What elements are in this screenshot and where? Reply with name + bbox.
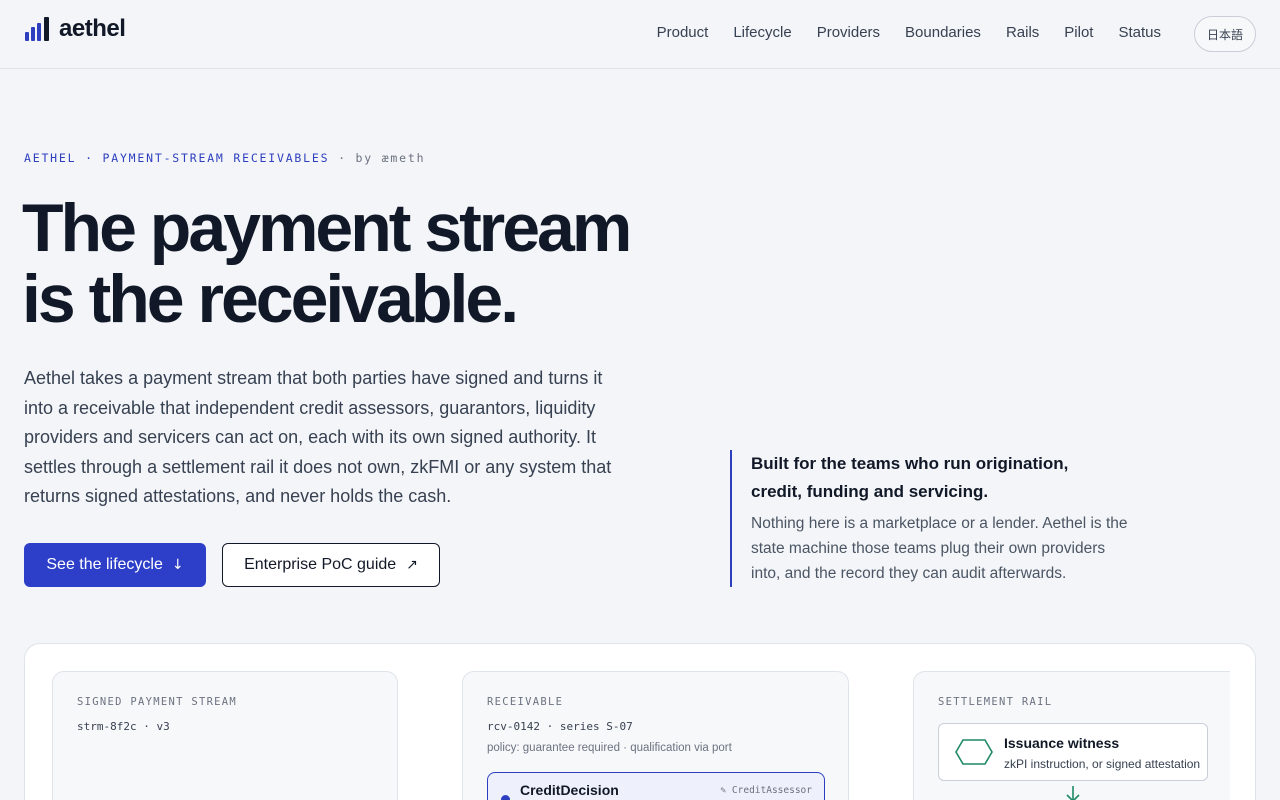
witness-subtitle: zkPI instruction, or signed attestation [1004,757,1201,771]
language-button[interactable]: 日本語 [1194,16,1256,52]
hero-description: Aethel takes a payment stream that both … [24,368,612,506]
audience-callout: Built for the teams who run origination,… [730,450,1130,587]
nav-providers[interactable]: Providers [817,24,880,41]
arrow-down-icon [1066,786,1080,800]
see-lifecycle-label: See the lifecycle [46,556,163,573]
lifecycle-panel: SIGNED PAYMENT STREAM strm-8f2c · v3 REC… [24,643,1256,800]
logo[interactable]: aethel [25,15,126,42]
hexagon-icon [955,739,993,765]
credit-decision-title: CreditDecision [520,782,619,798]
witness-title: Issuance witness [1004,735,1120,751]
receivable-card: RECEIVABLE rcv-0142 · series S-07 policy… [462,671,849,800]
status-dot-icon [501,795,510,800]
eyebrow-main: AETHEL · PAYMENT-STREAM RECEIVABLES [24,151,330,165]
arrow-down-icon: ↓ [171,557,184,573]
logo-text: aethel [59,15,126,42]
receivable-policy: policy: guarantee required · qualificati… [487,742,732,754]
eyebrow-byline: · by æmeth [338,151,426,165]
receivable-id: rcv-0142 · series S-07 [487,720,633,733]
signed-stream-card: SIGNED PAYMENT STREAM strm-8f2c · v3 [52,671,398,800]
main-nav: Product Lifecycle Providers Boundaries R… [657,24,1161,41]
see-lifecycle-button[interactable]: See the lifecycle ↓ [24,543,206,587]
audience-body: Nothing here is a marketplace or a lende… [751,515,1128,582]
receivable-label: RECEIVABLE [487,696,564,708]
hero-eyebrow: AETHEL · PAYMENT-STREAM RECEIVABLES · by… [24,151,425,165]
credit-assessor-role: ✎ CreditAssessor [720,785,812,796]
issuance-witness-step[interactable]: Issuance witness zkPI instruction, or si… [938,723,1208,781]
enterprise-poc-guide-button[interactable]: Enterprise PoC guide ↗ [222,543,440,587]
rail-label: SETTLEMENT RAIL [938,696,1053,708]
nav-product[interactable]: Product [657,24,709,41]
arrow-up-right-icon: ↗ [406,557,418,573]
credit-decision-step[interactable]: CreditDecision ✎ CreditAssessor [487,772,825,800]
nav-pilot[interactable]: Pilot [1064,24,1093,41]
nav-lifecycle[interactable]: Lifecycle [733,24,791,41]
nav-rails[interactable]: Rails [1006,24,1039,41]
hero-title: The payment stream is the receivable. [22,193,702,335]
stream-label: SIGNED PAYMENT STREAM [77,696,238,708]
logo-bars-icon [25,17,49,41]
settlement-rail-card: SETTLEMENT RAIL Issuance witness zkPI in… [913,671,1230,800]
enterprise-poc-label: Enterprise PoC guide [244,556,397,573]
site-header: aethel Product Lifecycle Providers Bound… [0,0,1280,69]
nav-status[interactable]: Status [1118,24,1161,41]
hero-title-line-2: is the receivable. [22,261,519,337]
audience-title: Built for the teams who run origination,… [751,454,1069,501]
hero-title-line-1: The payment stream [22,190,632,266]
nav-boundaries[interactable]: Boundaries [905,24,981,41]
stream-id: strm-8f2c · v3 [77,720,170,733]
